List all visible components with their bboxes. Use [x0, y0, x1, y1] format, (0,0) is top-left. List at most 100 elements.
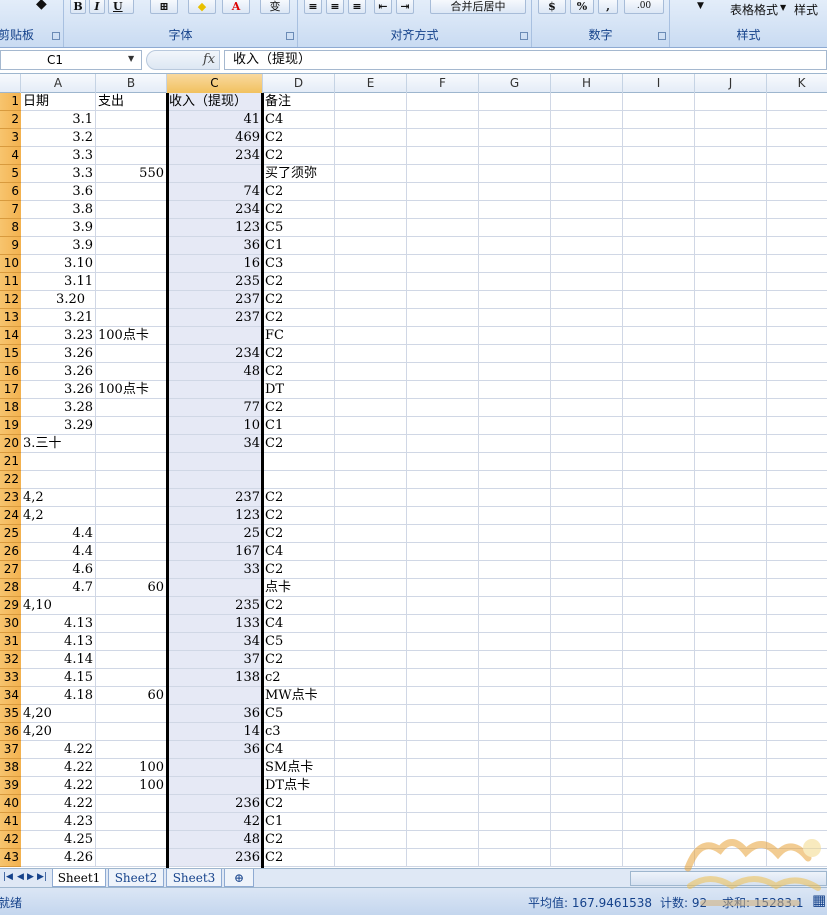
- cell-d[interactable]: C2: [263, 147, 335, 165]
- cell-h[interactable]: [551, 201, 623, 219]
- column-header-a[interactable]: A: [21, 74, 96, 93]
- cell-j[interactable]: [695, 831, 767, 849]
- row-header[interactable]: 7: [0, 201, 21, 219]
- cell-k[interactable]: [767, 489, 827, 507]
- cell-f[interactable]: [407, 201, 479, 219]
- cell-e[interactable]: [335, 111, 407, 129]
- cell-k[interactable]: [767, 93, 827, 111]
- cell-a[interactable]: 4.14: [21, 651, 96, 669]
- cell-f[interactable]: [407, 687, 479, 705]
- cell-j[interactable]: [695, 255, 767, 273]
- cell-g[interactable]: [479, 453, 551, 471]
- cell-i[interactable]: [623, 741, 695, 759]
- cell-g[interactable]: [479, 255, 551, 273]
- cell-j[interactable]: [695, 489, 767, 507]
- cell-f[interactable]: [407, 795, 479, 813]
- cell-c[interactable]: 237: [167, 489, 263, 507]
- cell-g[interactable]: [479, 291, 551, 309]
- cell-j[interactable]: [695, 615, 767, 633]
- cell-a[interactable]: 3.26: [21, 345, 96, 363]
- cell-i[interactable]: [623, 219, 695, 237]
- cell-g[interactable]: [479, 471, 551, 489]
- cell-a[interactable]: 4.22: [21, 795, 96, 813]
- cell-b[interactable]: [96, 507, 167, 525]
- cell-g[interactable]: [479, 489, 551, 507]
- cell-d[interactable]: C2: [263, 399, 335, 417]
- cell-d[interactable]: c3: [263, 723, 335, 741]
- cell-i[interactable]: [623, 669, 695, 687]
- cell-g[interactable]: [479, 795, 551, 813]
- cell-i[interactable]: [623, 183, 695, 201]
- cell-h[interactable]: [551, 273, 623, 291]
- cell-f[interactable]: [407, 543, 479, 561]
- cell-k[interactable]: [767, 345, 827, 363]
- number-launcher-icon[interactable]: [658, 32, 666, 40]
- cell-f[interactable]: [407, 417, 479, 435]
- cell-a[interactable]: 3.29: [21, 417, 96, 435]
- cell-f[interactable]: [407, 111, 479, 129]
- cell-h[interactable]: [551, 399, 623, 417]
- cell-k[interactable]: [767, 579, 827, 597]
- cell-i[interactable]: [623, 597, 695, 615]
- cell-d[interactable]: C2: [263, 849, 335, 867]
- cell-b[interactable]: [96, 489, 167, 507]
- cell-f[interactable]: [407, 525, 479, 543]
- cell-i[interactable]: [623, 417, 695, 435]
- cell-e[interactable]: [335, 201, 407, 219]
- cell-f[interactable]: [407, 93, 479, 111]
- row-header[interactable]: 10: [0, 255, 21, 273]
- row-header[interactable]: 29: [0, 597, 21, 615]
- cell-e[interactable]: [335, 525, 407, 543]
- cell-d[interactable]: C2: [263, 561, 335, 579]
- cell-j[interactable]: [695, 687, 767, 705]
- cell-b[interactable]: [96, 831, 167, 849]
- cell-f[interactable]: [407, 363, 479, 381]
- cell-c[interactable]: 234: [167, 147, 263, 165]
- cell-a[interactable]: 4.26: [21, 849, 96, 867]
- cell-h[interactable]: [551, 705, 623, 723]
- cell-c[interactable]: 237: [167, 309, 263, 327]
- cell-g[interactable]: [479, 759, 551, 777]
- cell-c[interactable]: 123: [167, 219, 263, 237]
- cell-h[interactable]: [551, 309, 623, 327]
- cell-b[interactable]: [96, 345, 167, 363]
- cell-h[interactable]: [551, 687, 623, 705]
- cell-g[interactable]: [479, 507, 551, 525]
- cell-a[interactable]: 3.26: [21, 363, 96, 381]
- cell-d[interactable]: C2: [263, 831, 335, 849]
- cell-g[interactable]: [479, 273, 551, 291]
- cell-b[interactable]: [96, 309, 167, 327]
- cell-g[interactable]: [479, 633, 551, 651]
- cell-g[interactable]: [479, 93, 551, 111]
- cell-a[interactable]: 3.6: [21, 183, 96, 201]
- cell-h[interactable]: [551, 183, 623, 201]
- cell-e[interactable]: [335, 93, 407, 111]
- cell-b[interactable]: [96, 795, 167, 813]
- cell-d[interactable]: C4: [263, 615, 335, 633]
- cell-k[interactable]: [767, 705, 827, 723]
- cell-f[interactable]: [407, 633, 479, 651]
- column-header-j[interactable]: J: [695, 74, 767, 93]
- cell-d[interactable]: C2: [263, 273, 335, 291]
- cell-f[interactable]: [407, 345, 479, 363]
- cell-g[interactable]: [479, 723, 551, 741]
- cell-f[interactable]: [407, 129, 479, 147]
- cell-d[interactable]: MW点卡: [263, 687, 335, 705]
- cell-k[interactable]: [767, 219, 827, 237]
- cell-e[interactable]: [335, 399, 407, 417]
- horizontal-scrollbar[interactable]: [630, 871, 827, 886]
- cell-f[interactable]: [407, 705, 479, 723]
- cell-h[interactable]: [551, 165, 623, 183]
- cell-j[interactable]: [695, 111, 767, 129]
- cell-d[interactable]: C2: [263, 795, 335, 813]
- cell-a[interactable]: 4.25: [21, 831, 96, 849]
- row-header[interactable]: 28: [0, 579, 21, 597]
- cell-i[interactable]: [623, 813, 695, 831]
- cell-f[interactable]: [407, 273, 479, 291]
- cell-a[interactable]: 日期: [21, 93, 96, 111]
- cell-i[interactable]: [623, 291, 695, 309]
- formula-input[interactable]: 收入（提现）: [224, 50, 827, 70]
- cell-j[interactable]: [695, 201, 767, 219]
- cell-i[interactable]: [623, 687, 695, 705]
- cell-e[interactable]: [335, 597, 407, 615]
